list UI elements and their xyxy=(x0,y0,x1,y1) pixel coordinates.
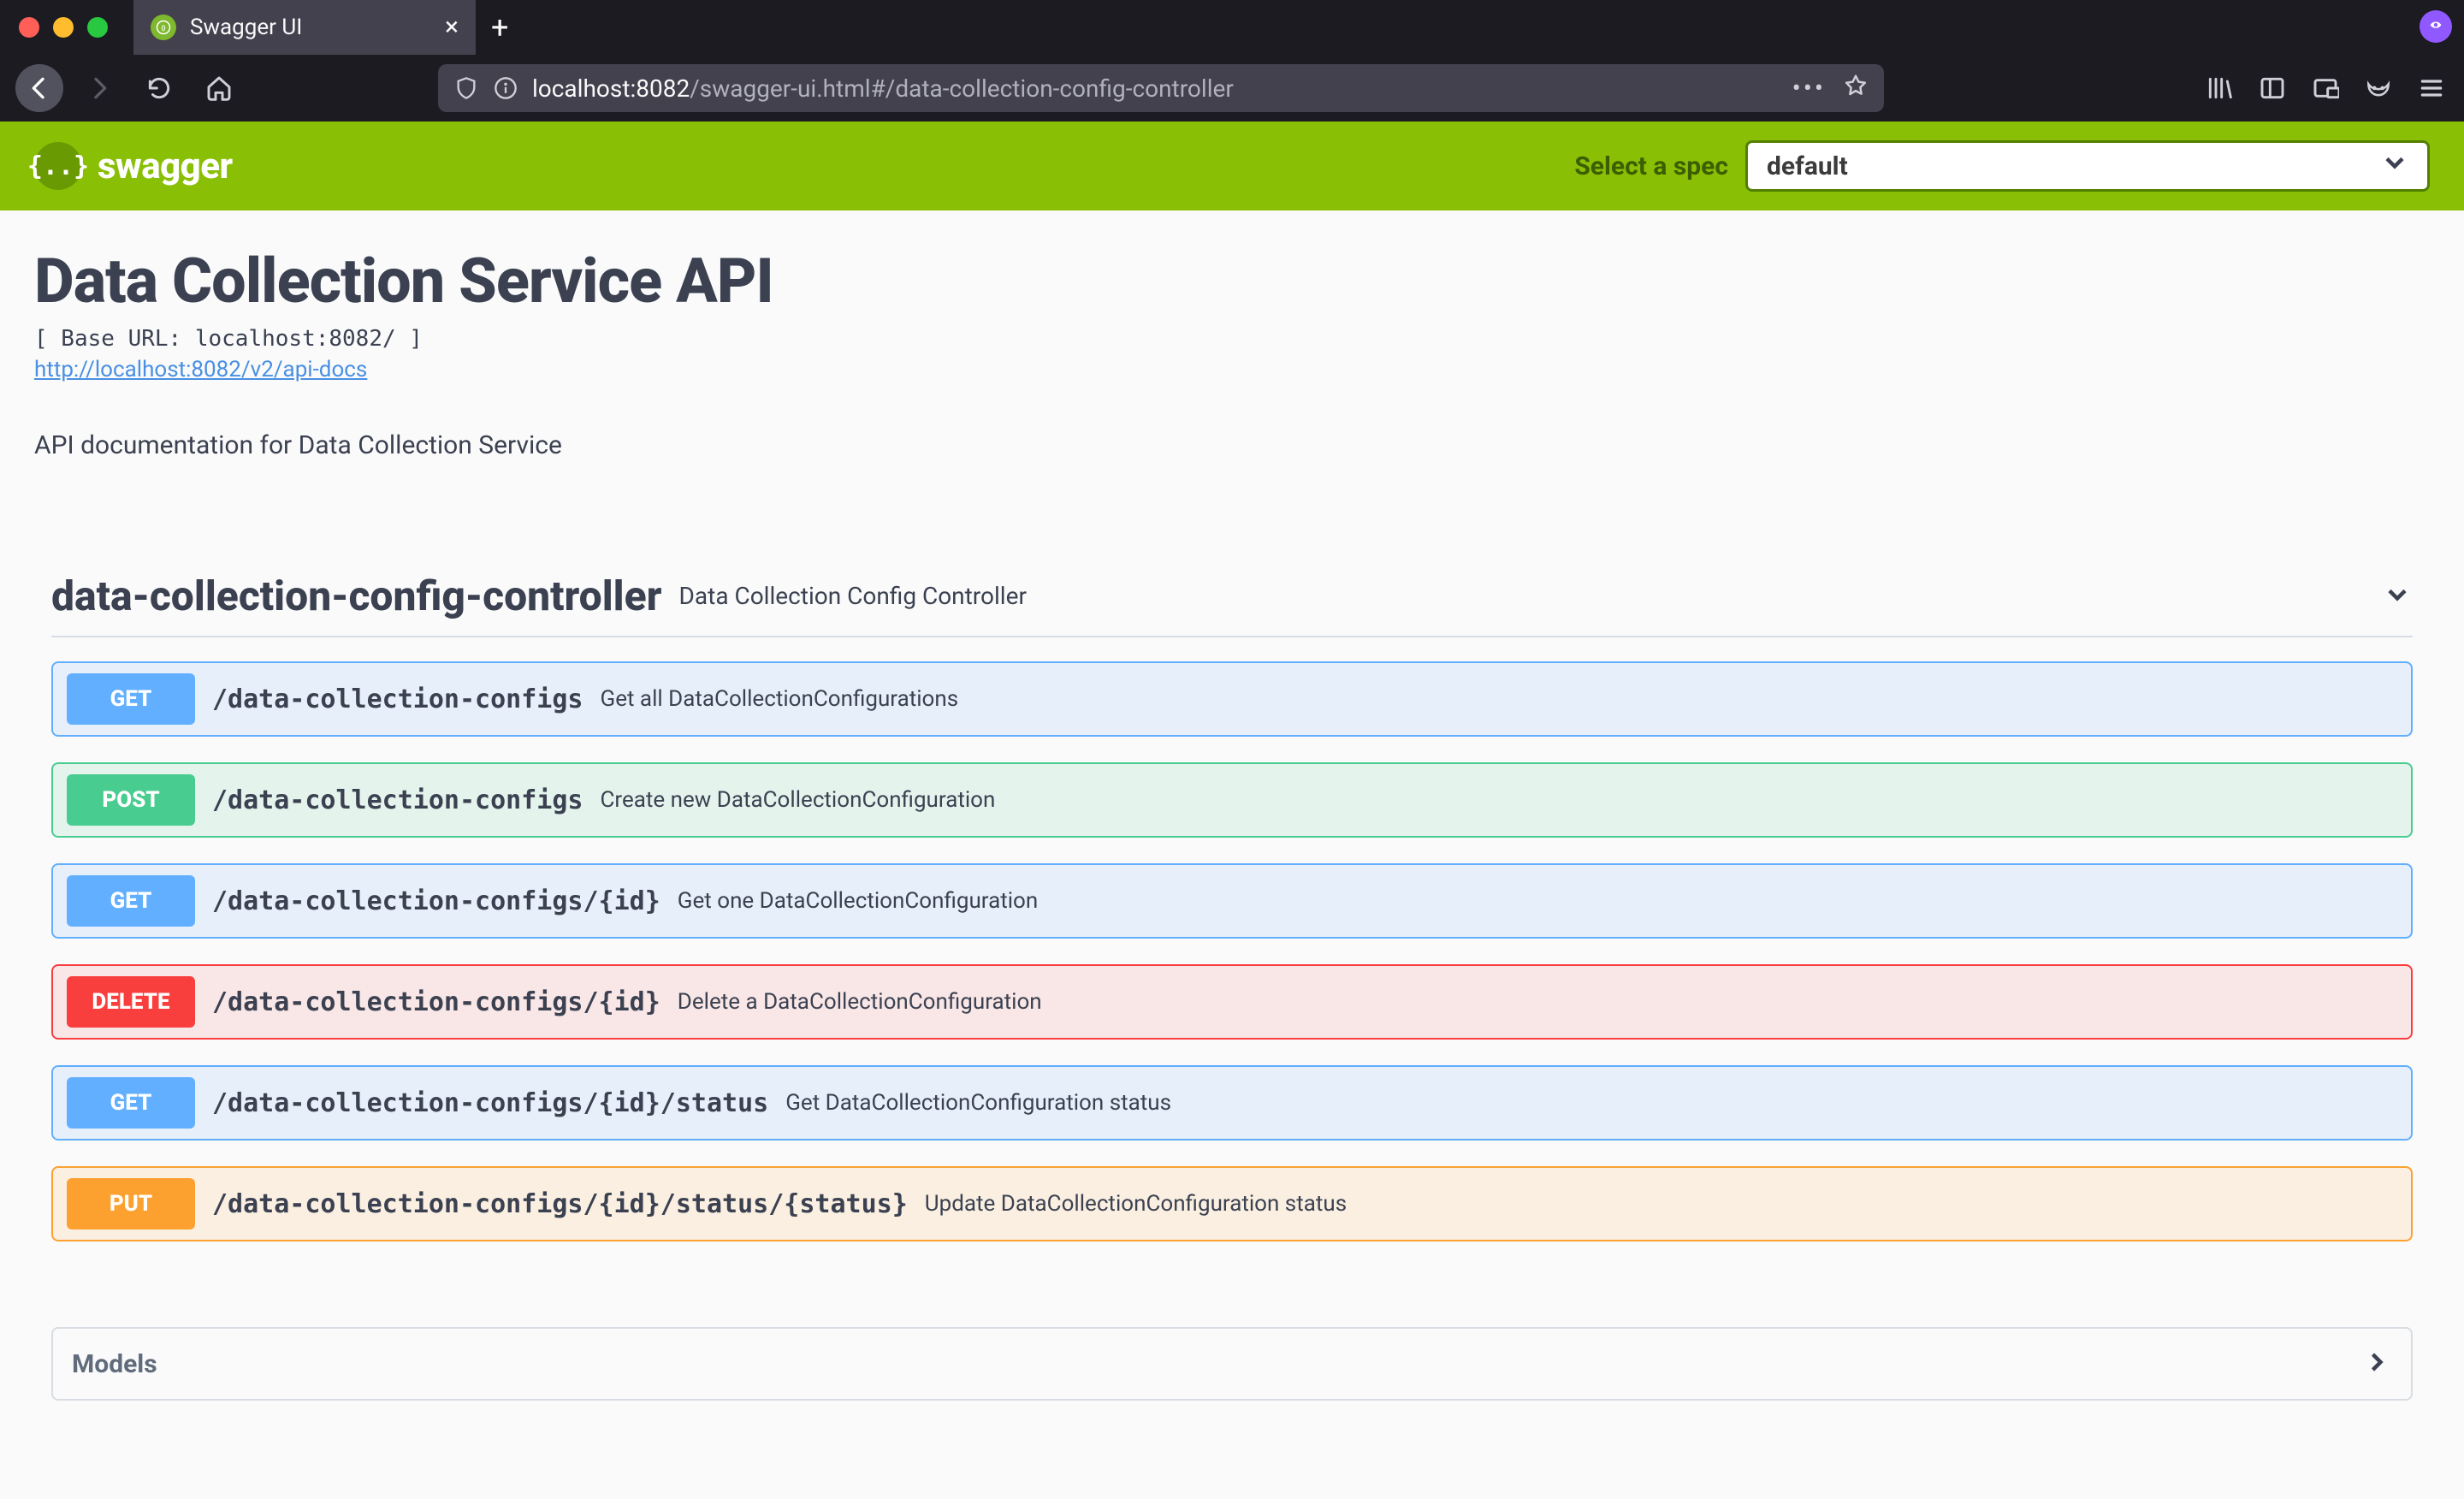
operation-summary: Create new DataCollectionConfiguration xyxy=(600,787,995,813)
browser-tab-active[interactable]: {} Swagger UI × xyxy=(133,0,476,55)
url-bar[interactable]: localhost:8082/swagger-ui.html#/data-col… xyxy=(438,64,1884,112)
api-base-url: [ Base URL: localhost:8082/ ] xyxy=(34,326,2430,352)
tag-name: data-collection-config-controller xyxy=(51,572,662,620)
operation-path: /data-collection-configs/{id}/status/{st… xyxy=(212,1189,908,1219)
http-method-badge: GET xyxy=(67,673,195,725)
operation-row[interactable]: GET/data-collection-configs/{id}/status G… xyxy=(51,1065,2413,1141)
chevron-down-icon xyxy=(2379,147,2410,185)
http-method-badge: POST xyxy=(67,774,195,826)
operation-row[interactable]: GET/data-collection-configs Get all DataC… xyxy=(51,661,2413,737)
nav-back-button[interactable] xyxy=(15,64,63,112)
spec-select[interactable]: default xyxy=(1745,140,2430,192)
swagger-logo-icon: {..} xyxy=(34,142,82,190)
http-method-badge: GET xyxy=(67,875,195,927)
screenshot-icon[interactable] xyxy=(2308,71,2343,105)
site-info-icon[interactable] xyxy=(493,75,518,101)
swagger-brand-text: swagger xyxy=(98,145,233,187)
http-method-badge: DELETE xyxy=(67,976,195,1028)
operation-summary: Update DataCollectionConfiguration statu… xyxy=(925,1191,1347,1217)
page-actions-icon[interactable]: ••• xyxy=(1792,74,1826,104)
http-method-badge: PUT xyxy=(67,1178,195,1229)
swagger-topbar: {..} swagger Select a spec default xyxy=(0,121,2464,210)
api-title: Data Collection Service API xyxy=(34,245,2430,317)
spec-select-label: Select a spec xyxy=(1574,151,1728,181)
toolbar-right xyxy=(2202,71,2449,105)
nav-home-button[interactable] xyxy=(195,64,243,112)
operation-summary: Get DataCollectionConfiguration status xyxy=(785,1090,1171,1116)
tag-header[interactable]: data-collection-config-controller Data C… xyxy=(51,572,2413,637)
tab-title: Swagger UI xyxy=(190,15,302,40)
app-menu-icon[interactable] xyxy=(2414,71,2449,105)
window-close-button[interactable] xyxy=(19,17,39,38)
models-section[interactable]: Models xyxy=(51,1327,2413,1401)
operation-path: /data-collection-configs/{id} xyxy=(212,987,660,1017)
bookmark-star-icon[interactable] xyxy=(1843,73,1869,104)
api-description: API documentation for Data Collection Se… xyxy=(34,430,2430,460)
operation-path: /data-collection-configs xyxy=(212,785,583,815)
browser-chrome: {} Swagger UI × + xyxy=(0,0,2464,121)
svg-text:{}: {} xyxy=(162,24,166,32)
operation-row[interactable]: PUT/data-collection-configs/{id}/status/… xyxy=(51,1166,2413,1241)
new-tab-button[interactable]: + xyxy=(476,9,524,45)
swagger-content: Data Collection Service API [ Base URL: … xyxy=(0,210,2464,1452)
extension-badge-icon[interactable] xyxy=(2420,10,2452,43)
tab-favicon-swagger-icon: {} xyxy=(151,15,176,40)
operation-row[interactable]: GET/data-collection-configs/{id} Get one … xyxy=(51,863,2413,939)
api-docs-link[interactable]: http://localhost:8082/v2/api-docs xyxy=(34,357,367,382)
http-method-badge: GET xyxy=(67,1077,195,1129)
tag-section: data-collection-config-controller Data C… xyxy=(34,572,2430,1401)
operations-list: GET/data-collection-configs Get all DataC… xyxy=(51,661,2413,1241)
models-label: Models xyxy=(72,1349,157,1379)
operation-summary: Delete a DataCollectionConfiguration xyxy=(678,989,1042,1015)
operation-summary: Get one DataCollectionConfiguration xyxy=(678,888,1038,914)
sidebar-icon[interactable] xyxy=(2255,71,2289,105)
window-zoom-button[interactable] xyxy=(87,17,108,38)
tab-close-button[interactable]: × xyxy=(445,15,459,40)
window-minimize-button[interactable] xyxy=(53,17,74,38)
chevron-right-icon xyxy=(2361,1347,2392,1381)
url-text: localhost:8082/swagger-ui.html#/data-col… xyxy=(532,74,1779,103)
nav-forward-button xyxy=(75,64,123,112)
operation-path: /data-collection-configs/{id} xyxy=(212,886,660,916)
operation-path: /data-collection-configs xyxy=(212,684,583,714)
spec-select-value: default xyxy=(1767,151,1848,181)
tracking-protection-icon[interactable] xyxy=(453,75,479,101)
window-controls xyxy=(10,17,133,38)
nav-reload-button[interactable] xyxy=(135,64,183,112)
operation-row[interactable]: POST/data-collection-configs Create new D… xyxy=(51,762,2413,838)
operation-path: /data-collection-configs/{id}/status xyxy=(212,1088,768,1118)
operation-row[interactable]: DELETE/data-collection-configs/{id} Delet… xyxy=(51,964,2413,1040)
chevron-down-icon xyxy=(2382,579,2413,613)
swagger-brand[interactable]: {..} swagger xyxy=(34,142,233,190)
library-icon[interactable] xyxy=(2202,71,2236,105)
browser-toolbar: localhost:8082/swagger-ui.html#/data-col… xyxy=(0,55,2464,121)
tag-description: Data Collection Config Controller xyxy=(679,582,1027,610)
operation-summary: Get all DataCollectionConfigurations xyxy=(600,686,958,712)
mask-icon[interactable] xyxy=(2361,71,2396,105)
browser-titlebar: {} Swagger UI × + xyxy=(0,0,2464,55)
